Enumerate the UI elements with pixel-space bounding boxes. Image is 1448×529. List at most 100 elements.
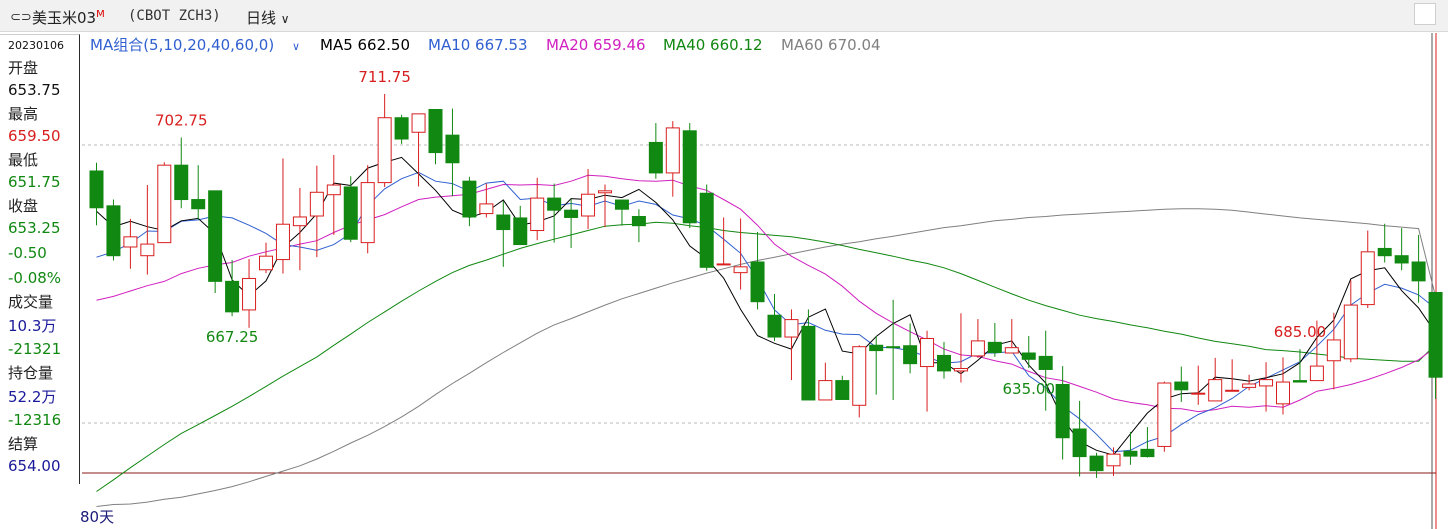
- candle-body: [191, 199, 206, 210]
- candle-body: [767, 314, 782, 338]
- legend-ma10: MA10 667.53: [428, 36, 528, 54]
- candle-body: [123, 236, 138, 248]
- high-price-label: 711.75: [358, 68, 411, 86]
- candle-body: [869, 344, 884, 352]
- high-price-label: 702.75: [155, 112, 208, 130]
- candle[interactable]: [699, 184, 714, 271]
- candle-body: [259, 255, 273, 271]
- candle[interactable]: [682, 123, 697, 229]
- candle-body: [903, 345, 918, 365]
- candle-body: [547, 197, 562, 211]
- candle-body: [292, 216, 307, 227]
- candle-body: [174, 164, 189, 201]
- candle-body: [598, 190, 612, 194]
- candle-body: [377, 117, 392, 184]
- candle-body: [326, 184, 341, 196]
- candle-body: [106, 205, 121, 257]
- candle-body: [411, 113, 426, 133]
- candle-body: [1208, 379, 1223, 402]
- candle-body: [937, 354, 951, 372]
- candle-body: [1276, 381, 1290, 405]
- candle-body: [1326, 339, 1341, 362]
- low-price-label: 667.25: [206, 328, 259, 346]
- candle-body: [1123, 450, 1138, 457]
- candle-body: [1174, 381, 1189, 391]
- candle-body: [1428, 291, 1443, 378]
- candle-body: [699, 192, 714, 268]
- legend-ma40: MA40 660.12: [663, 36, 763, 54]
- candle-body: [275, 223, 290, 261]
- candle-body: [953, 367, 968, 372]
- candle-body: [140, 243, 155, 257]
- candle-body: [1292, 380, 1307, 383]
- candle-body: [1038, 355, 1053, 370]
- chevron-down-icon[interactable]: ∨: [292, 40, 300, 53]
- candle-body: [208, 190, 223, 282]
- candle-body: [920, 337, 935, 368]
- candle[interactable]: [208, 190, 223, 293]
- candle-body: [1072, 428, 1087, 458]
- candle-body: [801, 325, 816, 401]
- candle-body: [462, 180, 477, 218]
- legend: MA组合(5,10,20,40,60,0) ∨ MA5 662.50 MA10 …: [90, 36, 881, 54]
- candle-body: [886, 346, 901, 349]
- candle[interactable]: [1157, 381, 1172, 452]
- candle-body: [716, 263, 731, 266]
- ma-group-label[interactable]: MA组合(5,10,20,40,60,0): [90, 36, 274, 54]
- legend-ma20: MA20 659.46: [546, 36, 646, 54]
- candle-body: [1089, 455, 1104, 472]
- candle-body: [1377, 247, 1392, 257]
- candle-body: [1360, 251, 1375, 306]
- candle-body: [665, 127, 680, 174]
- candle-body: [1055, 383, 1070, 439]
- candle-body: [1242, 383, 1257, 388]
- candle[interactable]: [106, 199, 121, 261]
- candle-body: [343, 186, 358, 240]
- candle-body: [1343, 304, 1358, 360]
- low-price-label: 635.00: [1003, 380, 1056, 398]
- candle-body: [852, 346, 867, 406]
- candle-body: [750, 261, 765, 303]
- days-count-label: 80天: [80, 508, 114, 526]
- candle-body: [1021, 352, 1036, 360]
- legend-ma5: MA5 662.50: [320, 36, 410, 54]
- candle[interactable]: [157, 162, 172, 244]
- candle-body: [1411, 261, 1426, 282]
- candle-body: [360, 182, 375, 244]
- candle-body: [428, 109, 443, 154]
- candle-body: [89, 170, 104, 209]
- candle-body: [784, 319, 799, 338]
- candle-body: [394, 117, 409, 140]
- candle-body: [1225, 389, 1240, 392]
- candle-body: [496, 214, 511, 231]
- candle-body: [1394, 255, 1409, 264]
- candle-body: [682, 130, 697, 224]
- candle-body: [1157, 382, 1172, 447]
- candle-body: [1004, 347, 1019, 354]
- candle-body: [970, 340, 985, 357]
- candle-body: [445, 134, 460, 164]
- candle-body: [631, 215, 646, 227]
- candle-body: [157, 164, 172, 244]
- candle-body: [818, 380, 833, 401]
- high-price-label: 685.00: [1274, 323, 1327, 341]
- candle-body: [242, 277, 257, 311]
- candle[interactable]: [394, 114, 409, 144]
- candle-body: [1140, 448, 1155, 458]
- candle-body: [1191, 392, 1206, 395]
- candle-body: [614, 199, 629, 210]
- candle-body: [648, 141, 663, 174]
- kline-chart[interactable]: 702.75 711.75 667.25 685.00 635.00 MA组合(5,10…: [0, 0, 1448, 529]
- candle-body: [581, 193, 596, 217]
- candle-body: [530, 197, 545, 232]
- candle-body: [987, 341, 1002, 354]
- candle-body: [513, 217, 528, 246]
- candle-body: [225, 280, 240, 313]
- candle-body: [479, 203, 494, 215]
- candle-body: [835, 380, 850, 400]
- candle-body: [1106, 453, 1121, 467]
- candle-body: [309, 191, 324, 217]
- candle-body: [1309, 365, 1324, 382]
- candle-body: [564, 209, 579, 218]
- candle-body: [1259, 379, 1274, 387]
